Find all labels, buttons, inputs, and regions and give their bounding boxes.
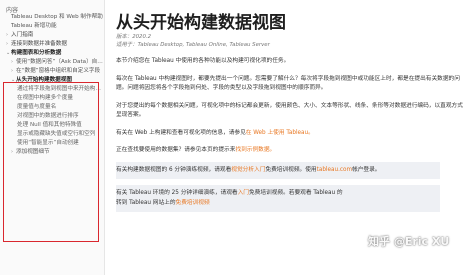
sidebar-item[interactable]: 在视图中构建多个度量	[0, 94, 104, 103]
sidebar-item[interactable]: ⌄构建图表和分析数据	[0, 49, 104, 58]
video-note-2-line2: 转到 Tableau 网站上的	[116, 199, 176, 206]
sidebar-item-label: 入门指南	[11, 32, 34, 38]
video-note-1-post: 帐户登录。	[352, 166, 381, 173]
sample-data-link[interactable]: 找到示例数据。	[235, 147, 275, 153]
sidebar-item[interactable]: › 添加视图细节	[0, 148, 104, 157]
intro-paragraph: 本节介绍您在 Tableau 中使用的各种功能以及构建可视化项的任务。	[116, 58, 290, 64]
question-paragraph: 每次在 Tableau 中构建视图时，都要先提出一个问题。您需要了解什么？每次将…	[116, 75, 460, 92]
sidebar-item[interactable]: ›使用“数据问答”（Ask Data）自动创建视图	[0, 58, 104, 67]
version-value: 2020.2	[132, 34, 152, 40]
applies-value: Tableau Desktop, Tableau Online, Tableau…	[137, 42, 270, 48]
video-note-1-text: 有关构建数据视图的 6 分钟演练视频，请观看	[116, 166, 232, 173]
nav-list: Tableau Desktop 和 Web 制作帮助 Tableau 新增功能 › 入…	[0, 13, 104, 157]
sidebar-item[interactable]: 对视图中的数据进行排序	[0, 112, 104, 121]
sidebar-item-label: 处理 Null 值和其他特殊值	[17, 122, 82, 128]
applies-label: 适用于：	[116, 42, 138, 48]
sidebar-item-label: Tableau 新增功能	[11, 23, 57, 29]
sidebar-item[interactable]: 处理 Null 值和其他特殊值	[0, 121, 104, 130]
sidebar-item[interactable]: ⌄从头开始构建数据视图	[0, 76, 104, 85]
sidebar-item-label: 通过将字段拖到视图中来开始构建视图	[17, 86, 104, 92]
video-note-2-mid: 免费培训视频。若要观看 Tableau 的	[248, 190, 343, 196]
sidebar-item-label: 连接到数据并准备数据	[11, 41, 67, 47]
sidebar-item-label: 对视图中的数据进行排序	[17, 113, 79, 119]
getting-started-link[interactable]: 入门	[238, 190, 249, 196]
web-text: 有关在 Web 上构建和查看可视化项的信息，请参见	[116, 129, 246, 136]
sidebar-item[interactable]: 使用“智能显示”自动创建	[0, 139, 104, 148]
video-note-2: 有关 Tableau 环境的 25 分钟详细演练，请观看入门免费培训视频。若要观…	[116, 185, 440, 212]
dataset-text: 正在查找要使用的数据集？请参见本页的提示来	[116, 147, 236, 153]
sidebar-item-label: 度量值与度量名	[17, 104, 57, 110]
web-link[interactable]: 在 Web 上使用 Tableau。	[246, 130, 314, 136]
sidebar-item-label: 添加视图细节	[16, 149, 50, 155]
sidebar-item[interactable]: Tableau 新增功能	[0, 22, 104, 31]
meta-info: 版本：2020.2 适用于：Tableau Desktop, Tableau O…	[116, 33, 466, 49]
sidebar-item-label: 使用“数据问答”（Ask Data）自动创建视图	[16, 59, 104, 65]
toc-title: 内容	[6, 7, 19, 14]
sidebar-item[interactable]: › 入门指南	[0, 31, 104, 40]
sidebar-item-label: 构建图表和分析数据	[11, 50, 62, 56]
sidebar-item[interactable]: › 在“数据”窗格中组织和自定义字段	[0, 67, 104, 76]
video-note-1-mid: 免费培训视频。使用	[265, 166, 317, 173]
page-title: 从头开始构建数据视图	[116, 13, 286, 33]
watermark: 知乎 @Eric XU	[368, 235, 450, 248]
sidebar-item-label: 显示或隐藏缺失值或空行和空列	[17, 131, 96, 137]
sidebar-item-label: 从头开始构建数据视图	[16, 77, 72, 83]
sidebar-item[interactable]: › 连接到数据并准备数据	[0, 40, 104, 49]
sidebar-item-label: 在视图中构建多个度量	[17, 95, 73, 101]
version-label: 版本：	[116, 34, 133, 40]
sidebar-item-label: Tableau Desktop 和 Web 制作帮助	[11, 14, 103, 20]
dataset-paragraph: 正在查找要使用的数据集？请参见本页的提示来找到示例数据。	[116, 146, 466, 156]
sidebar-item-label: 在“数据”窗格中组织和自定义字段	[16, 68, 101, 74]
sidebar-item[interactable]: 显示或隐藏缺失值或空行和空列	[0, 130, 104, 139]
visual-analysis-link[interactable]: 视觉分析入门	[231, 167, 265, 173]
free-training-link[interactable]: 免费培训视频	[176, 200, 210, 206]
marks-paragraph: 对于您提出的每个数据相关问题，可视化项中的标记都会更新，使用颜色、大小、文本等形…	[116, 102, 463, 119]
sidebar-item-label: 使用“智能显示”自动创建	[17, 140, 79, 146]
tableau-com-link[interactable]: tableau.com	[317, 167, 352, 173]
sidebar-nav: 内容 Tableau Desktop 和 Web 制作帮助 Tableau 新增功…	[0, 0, 105, 275]
sidebar-item[interactable]: Tableau Desktop 和 Web 制作帮助	[0, 13, 104, 22]
sidebar-item[interactable]: 度量值与度量名	[0, 103, 104, 112]
video-note-2-text: 有关 Tableau 环境的 25 分钟详细演练，请观看	[116, 190, 238, 196]
sidebar-item[interactable]: 通过将字段拖到视图中来开始构建视图	[0, 85, 104, 94]
web-paragraph: 有关在 Web 上构建和查看可视化项的信息，请参见在 Web 上使用 Table…	[116, 129, 466, 139]
video-note-1: 有关构建数据视图的 6 分钟演练视频，请观看视觉分析入门免费培训视频。使用tab…	[116, 161, 440, 179]
